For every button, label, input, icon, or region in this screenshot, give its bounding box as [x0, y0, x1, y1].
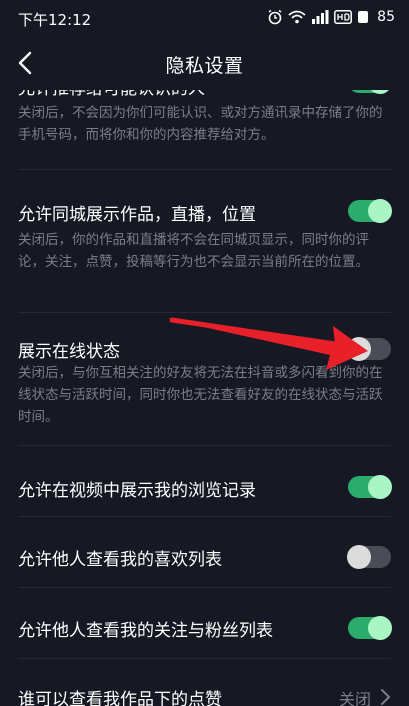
toggle-knob — [368, 199, 392, 223]
setting-title: 允许同城展示作品，直播，位置 — [18, 205, 256, 225]
toggle-switch[interactable] — [348, 90, 392, 94]
toggle-switch[interactable] — [347, 337, 391, 361]
toggle-knob — [368, 90, 392, 94]
wifi-icon — [288, 10, 306, 24]
status-icons: 85 — [267, 9, 395, 25]
setting-title: 允许他人查看我的关注与粉丝列表 — [18, 621, 273, 641]
settings-list[interactable]: 允许推荐给可能认识的人 关闭后，不会因为你们可能认识、或对方通讯录中存储了你的手… — [0, 90, 409, 706]
setting-description: 关闭后，你的作品和直播将不会在同城页显示，同时你的评论，关注，点赞，投稿等行为也… — [18, 232, 369, 270]
chevron-right-icon — [381, 689, 390, 705]
setting-likes-list[interactable]: 允许他人查看我的喜欢列表 — [0, 517, 409, 587]
toggle-switch[interactable] — [348, 199, 392, 223]
alarm-icon — [268, 9, 282, 25]
setting-title: 允许在视频中展示我的浏览记录 — [18, 481, 256, 501]
setting-title: 谁可以查看我作品下的点赞 — [18, 690, 222, 706]
signal-icon — [312, 10, 329, 24]
toggle-switch[interactable] — [347, 545, 391, 569]
battery-level: 85 — [377, 9, 395, 25]
setting-follow-fans-list[interactable]: 允许他人查看我的关注与粉丝列表 — [0, 588, 409, 658]
toggle-knob — [347, 545, 371, 569]
toggle-switch[interactable] — [348, 475, 392, 499]
setting-online-status: 展示在线状态 关闭后，与你互相关注的好友将无法在抖音或多闪看到你的在线状态与活跃… — [0, 313, 409, 438]
toggle-knob — [347, 337, 371, 361]
setting-browsing-history[interactable]: 允许在视频中展示我的浏览记录 — [0, 446, 409, 516]
setting-title: 允许他人查看我的喜欢列表 — [18, 550, 222, 570]
setting-value: 关闭 — [338, 690, 371, 706]
nav-bar: 隐私设置 — [0, 36, 409, 90]
setting-local-display: 允许同城展示作品，直播，位置 关闭后，你的作品和直播将不会在同城页显示，同时你的… — [0, 170, 409, 300]
setting-description: 关闭后，与你互相关注的好友将无法在抖音或多闪看到你的在线状态与活跃时间，同时你也… — [18, 365, 383, 425]
toggle-knob — [368, 616, 392, 640]
setting-work-likes-visibility[interactable]: 谁可以查看我作品下的点赞 关闭 — [0, 659, 409, 706]
toggle-switch[interactable] — [348, 616, 392, 640]
setting-description: 关闭后，不会因为你们可能认识、或对方通讯录中存储了你的手机号码，而将你和你的内容… — [18, 105, 383, 143]
status-time: 下午12:12 — [18, 11, 92, 29]
toggle-knob — [368, 475, 392, 499]
setting-title: 展示在线状态 — [18, 342, 120, 362]
status-bar: 下午12:12 85 — [0, 0, 409, 36]
battery-icon — [358, 11, 369, 23]
page-title: 隐私设置 — [165, 55, 244, 77]
setting-recommend-to-acquaintances: 允许推荐给可能认识的人 关闭后，不会因为你们可能认识、或对方通讯录中存储了你的手… — [0, 90, 409, 168]
hd-icon — [334, 10, 353, 24]
setting-title: 允许推荐给可能认识的人 — [18, 90, 205, 99]
